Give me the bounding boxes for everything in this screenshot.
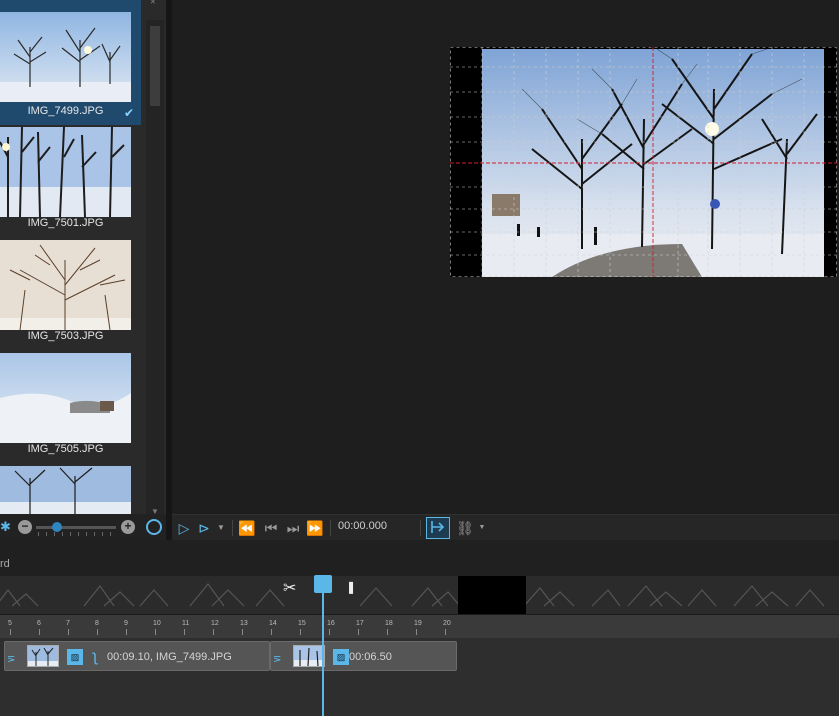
ruler-tick — [271, 629, 272, 635]
ruler-tick-label: 6 — [37, 620, 41, 627]
play-range-icon[interactable]: ⊳ — [196, 519, 212, 537]
playhead-line[interactable] — [322, 588, 324, 716]
media-item-label: IMG_7503.JPG — [27, 330, 104, 342]
chevron-down-icon[interactable]: ▼ — [478, 519, 486, 537]
media-thumbnail — [0, 127, 131, 217]
scrollbar-thumb[interactable] — [150, 26, 160, 106]
scissors-icon[interactable]: ✂ — [283, 578, 296, 598]
ruler-tick — [387, 629, 388, 635]
ruler-tick — [155, 629, 156, 635]
image-fx-icon[interactable]: ▨ — [67, 649, 83, 665]
media-browser: ✕ IMG_7499.JPG ✔ IMG_7501.JPG IMG_7503.J… — [0, 0, 166, 540]
separator — [232, 520, 233, 536]
media-thumbnail — [0, 240, 131, 330]
close-icon[interactable]: ✕ — [150, 0, 160, 6]
browser-scrollbar[interactable]: ▼ — [146, 20, 164, 520]
ruler-tick-label: 19 — [414, 620, 422, 627]
ruler-tick-label: 18 — [385, 620, 393, 627]
ruler-tick — [329, 629, 330, 635]
media-item-img-7503[interactable]: IMG_7503.JPG — [0, 238, 131, 351]
clip-thumbnail — [27, 645, 59, 667]
ruler-tick-label: 5 — [8, 620, 12, 627]
zoom-in-button[interactable]: + — [121, 520, 135, 534]
media-thumbnail — [0, 12, 131, 102]
media-item-img-7505[interactable]: IMG_7505.JPG — [0, 351, 131, 464]
ruler-tick — [39, 629, 40, 635]
media-item-img-7499[interactable]: IMG_7499.JPG ✔ — [0, 0, 141, 125]
ruler-tick-label: 12 — [211, 620, 219, 627]
media-item-partial[interactable] — [0, 464, 131, 514]
preview-image — [482, 49, 824, 277]
timeline-header: rd — [0, 540, 839, 576]
storyboard-strip[interactable] — [0, 576, 839, 614]
cursor-toggle-icon[interactable] — [426, 517, 450, 539]
checkmark-icon: ✔ — [124, 106, 135, 120]
ruler-tick — [445, 629, 446, 635]
ruler-tick-label: 14 — [269, 620, 277, 627]
ruler-tick — [97, 629, 98, 635]
ruler-tick — [242, 629, 243, 635]
clip-info: 00:06.50 — [349, 651, 392, 663]
media-thumbnail — [0, 466, 131, 514]
timeline-label: rd — [0, 558, 10, 570]
media-thumbnail — [0, 353, 131, 443]
ruler-tick-label: 16 — [327, 620, 335, 627]
zoom-fit-icon[interactable] — [146, 519, 162, 535]
ruler-tick-label: 10 — [153, 620, 161, 627]
image-fx-icon[interactable]: ▨ — [333, 649, 349, 665]
black-clip-placeholder[interactable] — [458, 576, 526, 614]
clip-info: 00:09.10, IMG_7499.JPG — [107, 651, 232, 663]
motion-path-icon[interactable]: ʅ — [87, 649, 103, 665]
timeline-ruler[interactable]: 5 6 7 8 9 10 11 12 13 14 15 16 17 18 19 20 — [0, 614, 839, 638]
ruler-tick-label: 13 — [240, 620, 248, 627]
zoom-slider-knob[interactable] — [52, 522, 62, 532]
ruler-tick-label: 17 — [356, 620, 364, 627]
ruler-tick — [213, 629, 214, 635]
ruler-tick-label: 11 — [182, 620, 190, 627]
preview-monitor — [172, 0, 839, 514]
fast-forward-icon[interactable]: ⏩ — [306, 519, 324, 537]
transition-icon[interactable]: ⋝ — [273, 654, 291, 668]
link-icon[interactable]: ⛓ — [456, 519, 474, 537]
marker-icon[interactable]: ❚ — [346, 580, 356, 594]
ruler-tick — [68, 629, 69, 635]
zoom-slider-track[interactable] — [36, 526, 116, 529]
zoom-slider-ticks — [38, 532, 116, 536]
media-item-img-7501[interactable]: IMG_7501.JPG — [0, 125, 131, 238]
play-icon[interactable]: ▷ — [176, 519, 192, 537]
ruler-tick-label: 9 — [124, 620, 128, 627]
ruler-tick — [358, 629, 359, 635]
ruler-tick — [300, 629, 301, 635]
media-item-label: IMG_7501.JPG — [27, 217, 104, 229]
media-item-label: IMG_7505.JPG — [27, 443, 104, 455]
timeline-clip-2[interactable]: ⋝ ▨ 00:06.50 — [270, 641, 457, 671]
clip-thumbnail — [293, 645, 325, 667]
browser-zoom-bar: ✱ − + — [0, 514, 166, 540]
timeline-clip-img-7499[interactable]: ⋝ ▨ ʅ 00:09.10, IMG_7499.JPG — [4, 641, 270, 671]
ruler-tick-label: 7 — [66, 620, 70, 627]
ruler-tick-label: 20 — [443, 620, 451, 627]
transport-bar: ▷ ⊳ ▼ ⏪ ⏮ ⏭ ⏩ 00:00.000 ⛓ ▼ — [172, 514, 839, 540]
star-icon[interactable]: ✱ — [0, 519, 11, 535]
ruler-tick-label: 15 — [298, 620, 306, 627]
chevron-down-icon[interactable]: ▼ — [216, 519, 226, 537]
preview-frame[interactable] — [450, 47, 837, 277]
step-forward-icon[interactable]: ⏭ — [284, 519, 302, 537]
ruler-tick — [126, 629, 127, 635]
ruler-tick — [416, 629, 417, 635]
media-item-label: IMG_7499.JPG — [27, 105, 104, 117]
separator — [330, 520, 331, 536]
ruler-tick — [10, 629, 11, 635]
video-track[interactable]: ⋝ ▨ ʅ 00:09.10, IMG_7499.JPG ⋝ ▨ 00:06.5… — [0, 638, 839, 716]
ruler-tick — [184, 629, 185, 635]
separator — [420, 520, 421, 536]
transition-icon[interactable]: ⋝ — [7, 654, 25, 668]
timecode-display[interactable]: 00:00.000 — [338, 520, 387, 532]
rewind-icon[interactable]: ⏪ — [238, 519, 256, 537]
step-back-icon[interactable]: ⏮ — [262, 519, 280, 537]
zoom-out-button[interactable]: − — [18, 520, 32, 534]
ruler-tick-label: 8 — [95, 620, 99, 627]
